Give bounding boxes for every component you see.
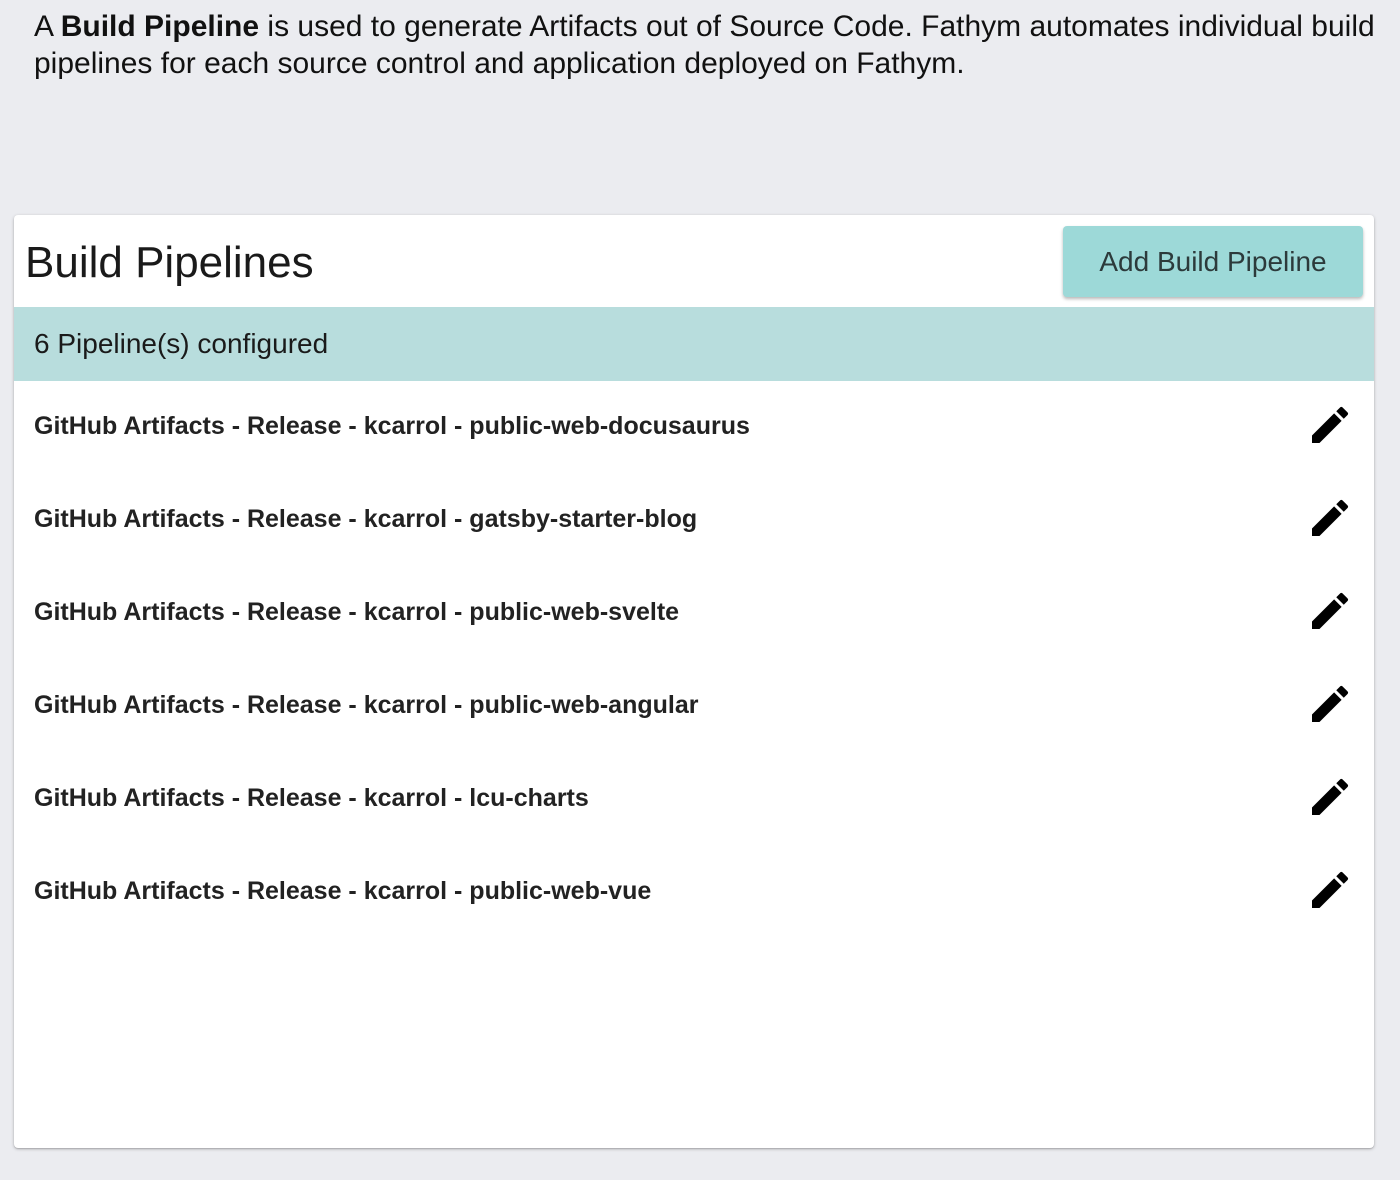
- pencil-edit-icon: [1312, 592, 1349, 629]
- pipeline-list-item: GitHub Artifacts - Release - kcarrol - p…: [14, 567, 1374, 660]
- card-header: Build Pipelines Add Build Pipeline: [14, 215, 1374, 307]
- pencil-edit-icon: [1312, 778, 1349, 815]
- edit-pipeline-button[interactable]: [1306, 494, 1354, 542]
- pipeline-list: GitHub Artifacts - Release - kcarrol - p…: [14, 381, 1374, 939]
- intro-bold-term: Build Pipeline: [60, 10, 260, 43]
- edit-pipeline-button[interactable]: [1306, 587, 1354, 635]
- pencil-edit-icon: [1312, 685, 1349, 722]
- pipeline-list-item: GitHub Artifacts - Release - kcarrol - p…: [14, 846, 1374, 939]
- pipeline-name: GitHub Artifacts - Release - kcarrol - p…: [34, 877, 652, 905]
- add-build-pipeline-button[interactable]: Add Build Pipeline: [1063, 226, 1363, 297]
- pipeline-name: GitHub Artifacts - Release - kcarrol - l…: [34, 784, 589, 812]
- edit-pipeline-button[interactable]: [1306, 773, 1354, 821]
- pencil-edit-icon: [1312, 871, 1349, 908]
- edit-pipeline-button[interactable]: [1306, 401, 1354, 449]
- pipeline-list-item: GitHub Artifacts - Release - kcarrol - l…: [14, 753, 1374, 846]
- edit-pipeline-button[interactable]: [1306, 866, 1354, 914]
- pipeline-count-bar: 6 Pipeline(s) configured: [14, 307, 1374, 381]
- build-pipelines-card: Build Pipelines Add Build Pipeline 6 Pip…: [14, 215, 1374, 1148]
- pencil-edit-icon: [1312, 406, 1349, 443]
- pipeline-name: GitHub Artifacts - Release - kcarrol - p…: [34, 412, 750, 440]
- intro-description: A Build Pipeline is used to generate Art…: [34, 8, 1396, 82]
- pipeline-list-item: GitHub Artifacts - Release - kcarrol - g…: [14, 474, 1374, 567]
- pipeline-name: GitHub Artifacts - Release - kcarrol - p…: [34, 691, 699, 719]
- pipeline-name: GitHub Artifacts - Release - kcarrol - p…: [34, 598, 680, 626]
- pipeline-list-item: GitHub Artifacts - Release - kcarrol - p…: [14, 660, 1374, 753]
- pipeline-name: GitHub Artifacts - Release - kcarrol - g…: [34, 505, 698, 533]
- pencil-edit-icon: [1312, 499, 1349, 536]
- card-title: Build Pipelines: [25, 238, 314, 287]
- intro-prefix: A: [34, 10, 61, 43]
- edit-pipeline-button[interactable]: [1306, 680, 1354, 728]
- pipeline-count-text: 6 Pipeline(s) configured: [34, 328, 329, 359]
- pipeline-list-item: GitHub Artifacts - Release - kcarrol - p…: [14, 381, 1374, 474]
